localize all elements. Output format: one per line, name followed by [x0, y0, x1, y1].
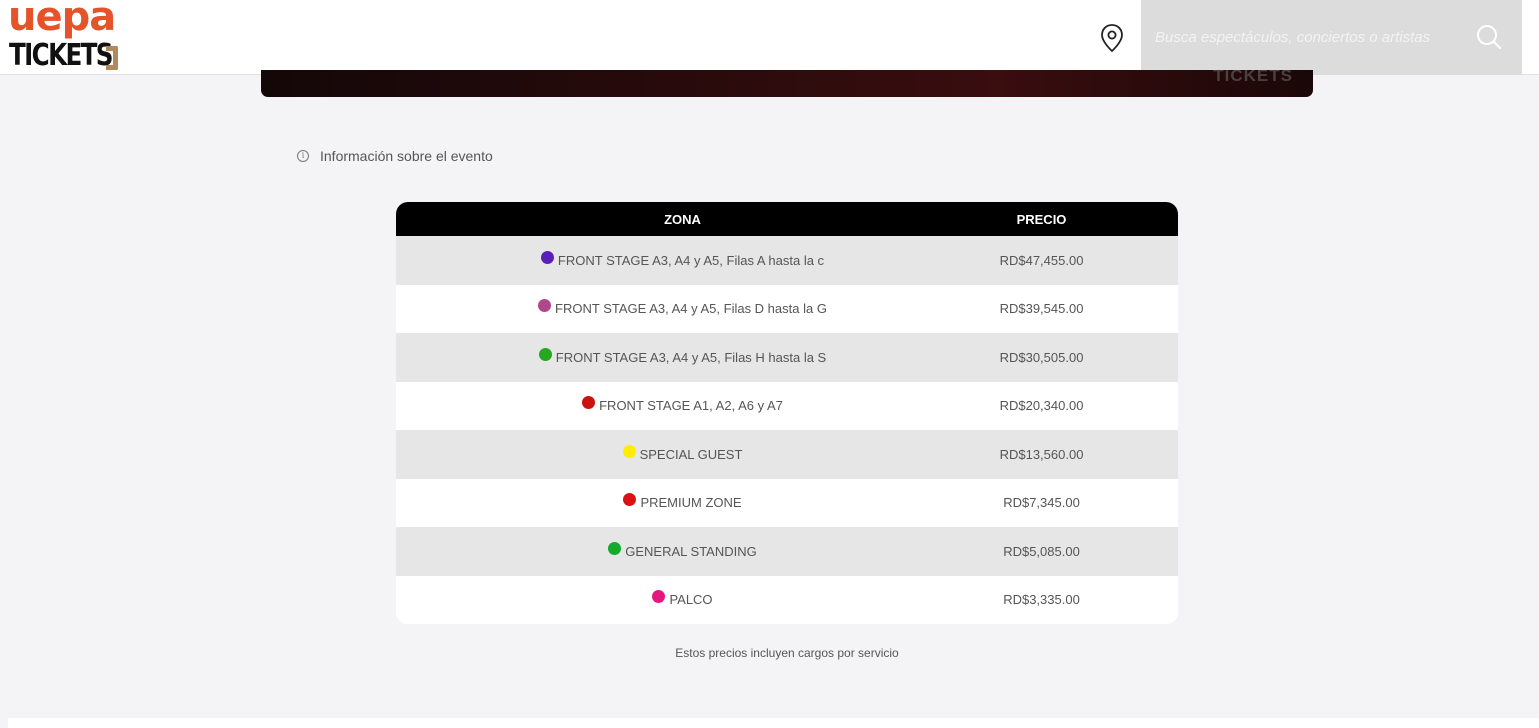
zone-color-dot — [582, 396, 596, 410]
search-bar — [1141, 0, 1522, 75]
table-row[interactable]: PALCO RD$3,335.00 — [396, 575, 1178, 624]
info-icon: i — [297, 150, 309, 162]
zone-name: FRONT STAGE A3, A4 y A5, Filas A hasta l… — [557, 252, 825, 268]
banner-brand-text: TICKETS — [1213, 70, 1293, 85]
price-footnote: Estos precios incluyen cargos por servic… — [675, 646, 899, 660]
price-cell: RD$30,505.00 — [999, 349, 1084, 365]
zone-name: PALCO — [669, 592, 713, 608]
zone-color-dot — [540, 250, 554, 264]
zone-cell: FRONT STAGE A3, A4 y A5, Filas D hasta l… — [396, 299, 969, 317]
table-header: ZONA PRECIO — [396, 202, 1178, 236]
zone-name: FRONT STAGE A3, A4 y A5, Filas D hasta l… — [555, 301, 827, 317]
table-row[interactable]: SPECIAL GUEST RD$13,560.00 — [396, 430, 1178, 479]
zone-cell: PREMIUM ZONE — [396, 493, 969, 511]
price-cell: RD$13,560.00 — [999, 446, 1084, 462]
table-row[interactable]: PREMIUM ZONE RD$7,345.00 — [396, 478, 1178, 527]
zone-color-dot — [652, 590, 666, 604]
logo-tickets-text: TICKETS — [9, 38, 114, 73]
zone-cell: FRONT STAGE A3, A4 y A5, Filas H hasta l… — [396, 347, 969, 365]
logo-uepa-text: uepa — [8, 0, 116, 40]
zone-column-header: ZONA — [664, 211, 701, 227]
event-info-label: Información sobre el evento — [320, 148, 493, 164]
table-row[interactable]: FRONT STAGE A3, A4 y A5, Filas D hasta l… — [396, 284, 1178, 333]
zone-cell: SPECIAL GUEST — [396, 444, 969, 462]
table-row[interactable]: GENERAL STANDING RD$5,085.00 — [396, 527, 1178, 576]
zone-color-dot — [608, 541, 622, 555]
price-table: ZONA PRECIO FRONT STAGE A3, A4 y A5, Fil… — [396, 202, 1178, 624]
location-pin-icon[interactable] — [1099, 23, 1125, 53]
zone-cell: FRONT STAGE A3, A4 y A5, Filas A hasta l… — [396, 250, 969, 268]
price-cell: RD$20,340.00 — [999, 398, 1084, 414]
table-body: FRONT STAGE A3, A4 y A5, Filas A hasta l… — [396, 236, 1178, 624]
price-cell: RD$7,345.00 — [1003, 495, 1080, 511]
zone-cell: GENERAL STANDING — [396, 541, 969, 559]
price-cell: RD$3,335.00 — [1003, 592, 1080, 608]
event-banner: TICKETS — [261, 70, 1313, 97]
zone-name: FRONT STAGE A1, A2, A6 y A7 — [599, 398, 783, 414]
zone-name: FRONT STAGE A3, A4 y A5, Filas H hasta l… — [555, 349, 827, 365]
price-cell: RD$47,455.00 — [999, 252, 1084, 268]
table-row[interactable]: FRONT STAGE A3, A4 y A5, Filas H hasta l… — [396, 333, 1178, 382]
top-header: uepa TICKETS — [0, 0, 1539, 75]
zone-color-dot — [623, 493, 637, 507]
zone-color-dot — [622, 444, 636, 458]
event-info-toggle[interactable]: i Información sobre el evento — [297, 146, 493, 166]
price-cell: RD$39,545.00 — [999, 301, 1084, 317]
uepa-tickets-logo[interactable]: uepa TICKETS — [8, 0, 120, 73]
table-row[interactable]: FRONT STAGE A1, A2, A6 y A7 RD$20,340.00 — [396, 381, 1178, 430]
logo-mark-icon — [106, 46, 118, 70]
zone-name: GENERAL STANDING — [625, 543, 757, 559]
price-cell: RD$5,085.00 — [1003, 543, 1080, 559]
zone-cell: FRONT STAGE A1, A2, A6 y A7 — [396, 396, 969, 414]
search-input[interactable] — [1155, 24, 1455, 50]
zone-cell: PALCO — [396, 590, 969, 608]
price-column-header: PRECIO — [1016, 211, 1067, 227]
bottom-section — [8, 718, 1539, 728]
zone-name: SPECIAL GUEST — [639, 446, 743, 462]
search-icon[interactable] — [1475, 23, 1503, 51]
zone-color-dot — [538, 299, 552, 313]
table-row[interactable]: FRONT STAGE A3, A4 y A5, Filas A hasta l… — [396, 236, 1178, 285]
zone-color-dot — [538, 347, 552, 361]
zone-name: PREMIUM ZONE — [640, 495, 742, 511]
